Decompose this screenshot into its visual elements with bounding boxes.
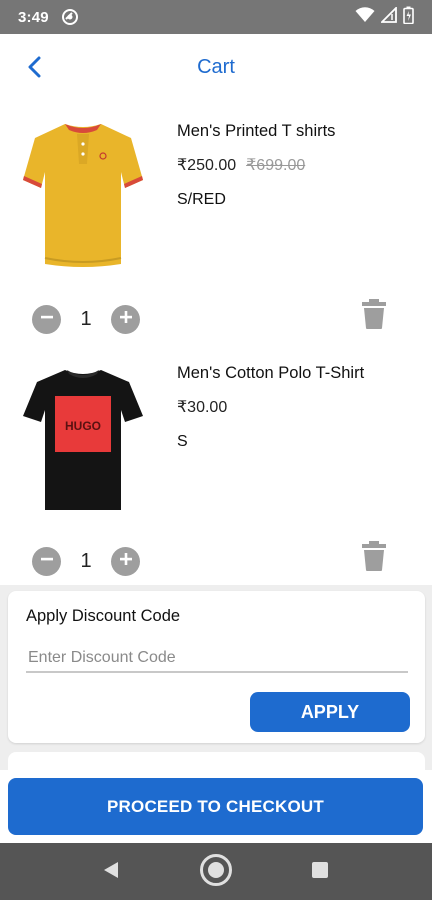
system-nav-bar	[0, 843, 432, 900]
decrease-quantity-button[interactable]	[32, 305, 61, 334]
square-recents-icon	[311, 861, 329, 884]
item-name[interactable]: Men's Cotton Polo T-Shirt	[177, 364, 364, 383]
battery-icon	[403, 6, 414, 29]
trash-icon	[360, 299, 388, 334]
item-info: Men's Printed T shirts ₹250.00 ₹699.00 S…	[177, 122, 335, 209]
quantity-stepper: 1	[32, 305, 140, 334]
item-price: ₹30.00	[177, 399, 228, 416]
nav-back-button[interactable]	[92, 853, 130, 891]
product-image[interactable]	[18, 112, 148, 277]
signal-icon	[379, 5, 397, 28]
page-title: Cart	[197, 56, 235, 78]
header: Cart	[0, 34, 432, 104]
item-name[interactable]: Men's Printed T shirts	[177, 122, 335, 141]
triangle-back-icon	[101, 860, 121, 885]
plus-icon	[119, 310, 133, 329]
item-variant: S/RED	[177, 191, 226, 208]
price-row: ₹30.00	[177, 397, 364, 417]
nav-home-button[interactable]	[197, 853, 235, 891]
trash-icon	[360, 541, 388, 576]
decrease-quantity-button[interactable]	[32, 547, 61, 576]
discount-code-input[interactable]	[26, 645, 408, 673]
status-time: 3:49	[18, 8, 49, 26]
wifi-icon	[355, 6, 375, 28]
discount-title: Apply Discount Code	[26, 607, 181, 625]
apply-button[interactable]: APPLY	[250, 692, 410, 732]
item-info: Men's Cotton Polo T-Shirt ₹30.00 S	[177, 364, 364, 451]
plus-icon	[119, 552, 133, 571]
circle-home-icon	[198, 852, 234, 893]
discount-card: Apply Discount Code APPLY	[8, 591, 425, 743]
quantity-value: 1	[80, 308, 92, 330]
item-variant: S	[177, 433, 188, 450]
delete-item-button[interactable]	[360, 298, 388, 330]
delete-item-button[interactable]	[360, 540, 388, 572]
status-bar: 3:49	[0, 0, 432, 34]
quantity-value: 1	[80, 550, 92, 572]
quantity-stepper: 1	[32, 547, 140, 576]
item-price: ₹250.00	[177, 157, 237, 174]
product-image[interactable]: HUGO	[18, 354, 148, 519]
price-row: ₹250.00 ₹699.00	[177, 155, 335, 175]
increase-quantity-button[interactable]	[111, 305, 140, 334]
checkout-footer: PROCEED TO CHECKOUT	[0, 770, 432, 843]
item-original-price: ₹699.00	[246, 157, 306, 174]
product-print-text: HUGO	[65, 419, 101, 433]
minus-icon	[40, 552, 54, 571]
minus-icon	[40, 310, 54, 329]
nav-recents-button[interactable]	[301, 853, 339, 891]
proceed-to-checkout-button[interactable]: PROCEED TO CHECKOUT	[8, 778, 423, 835]
increase-quantity-button[interactable]	[111, 547, 140, 576]
data-saver-icon	[61, 8, 79, 26]
